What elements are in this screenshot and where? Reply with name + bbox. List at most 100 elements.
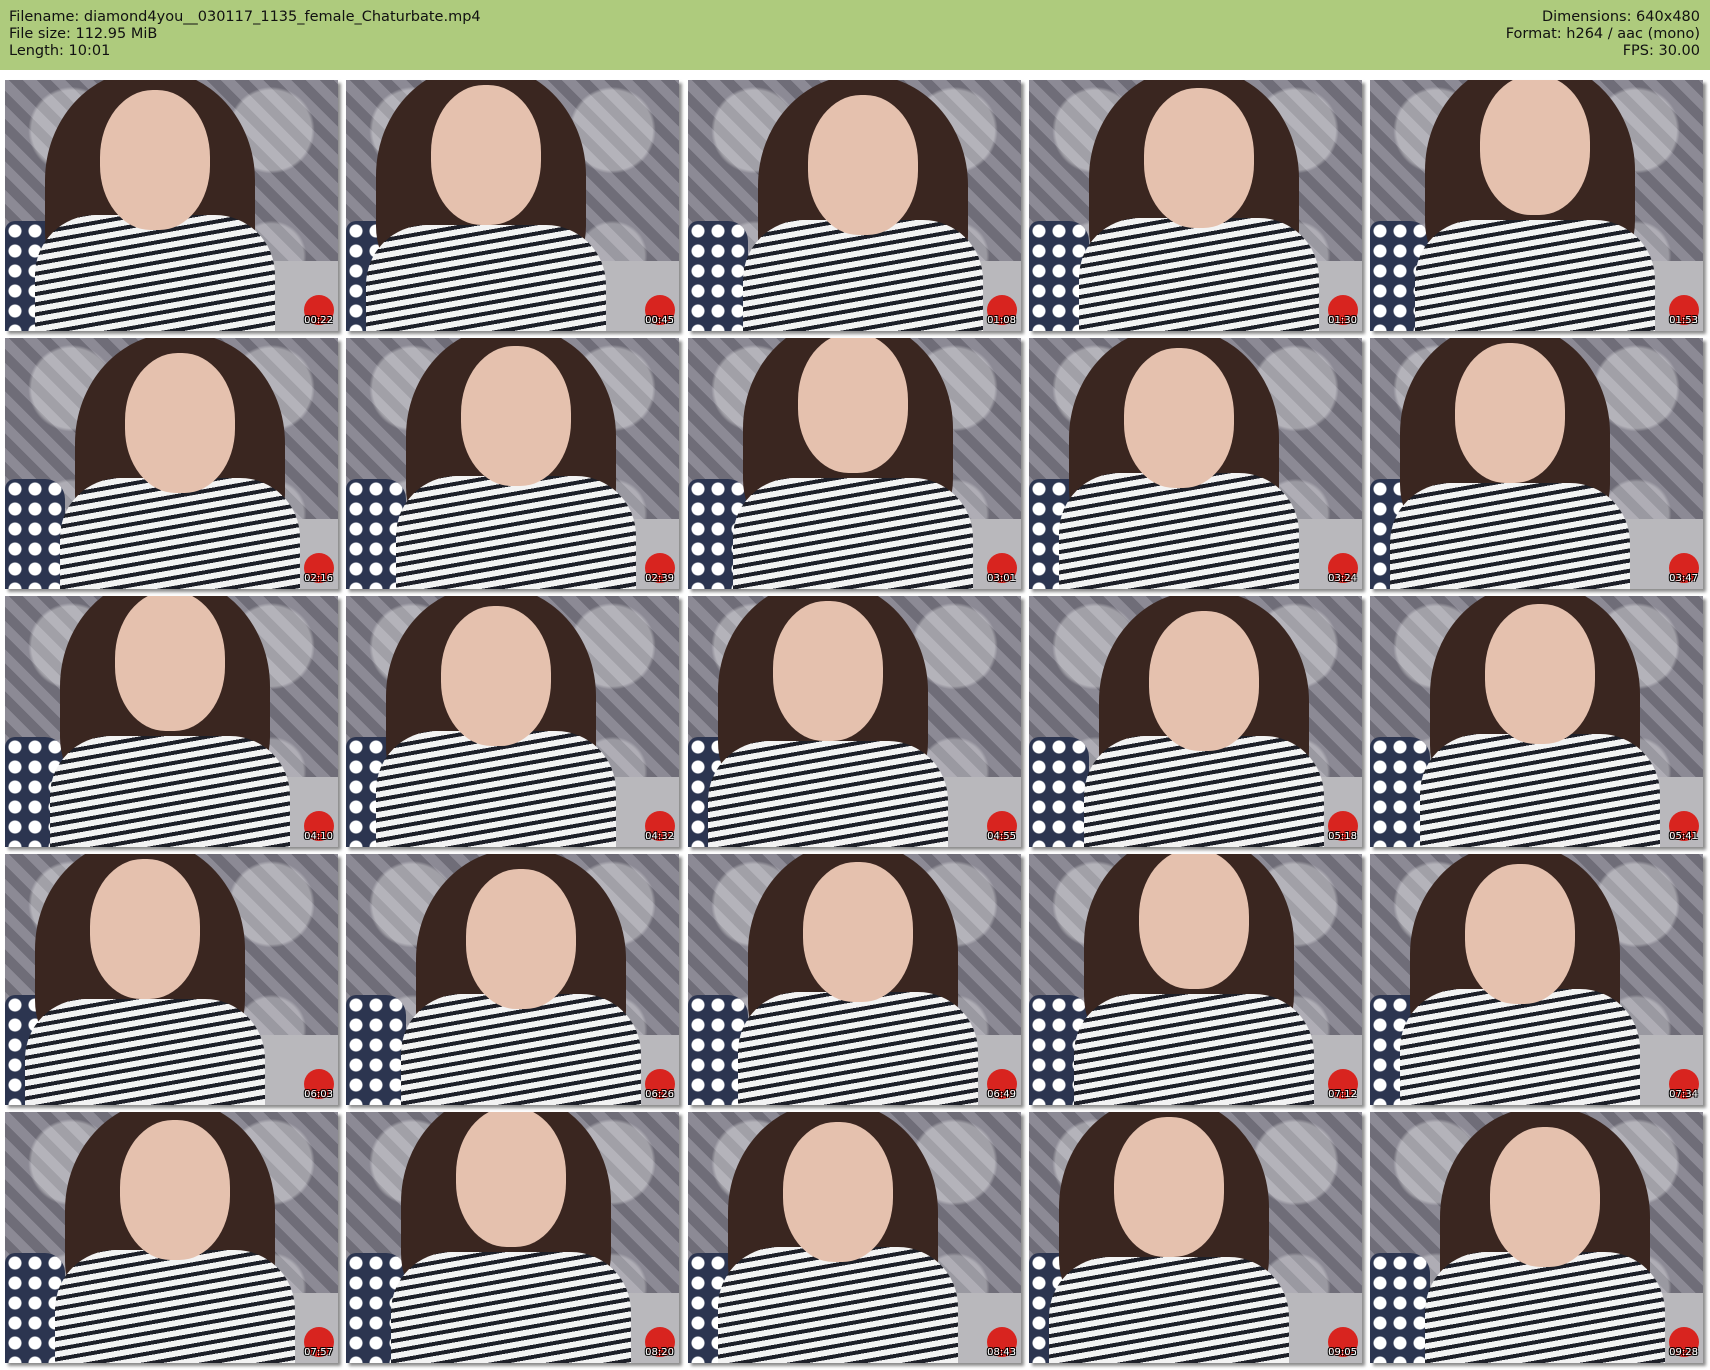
video-thumbnail: 08:43: [688, 1112, 1021, 1363]
timestamp-label: 06:03: [304, 1089, 333, 1100]
video-thumbnail: 06:03: [5, 854, 338, 1105]
timestamp-label: 04:55: [987, 831, 1016, 842]
face-shape: [803, 862, 913, 1002]
video-thumbnail: 09:28: [1370, 1112, 1703, 1363]
video-thumbnail: 00:45: [346, 80, 679, 331]
timestamp-label: 00:45: [645, 315, 674, 326]
cushion-shape: [346, 995, 406, 1105]
dimensions-text: Dimensions: 640x480: [1541, 9, 1700, 25]
face-shape: [1149, 611, 1259, 751]
video-thumbnail: 04:10: [5, 596, 338, 847]
timestamp-label: 02:16: [304, 573, 333, 584]
shirt-shape: [718, 1247, 958, 1363]
shirt-shape: [1425, 1252, 1665, 1363]
face-shape: [441, 606, 551, 746]
face-shape: [773, 601, 883, 741]
video-thumbnail: 05:18: [1029, 596, 1362, 847]
shirt-shape: [25, 999, 265, 1105]
timestamp-label: 01:30: [1328, 315, 1357, 326]
shirt-shape: [401, 994, 641, 1105]
face-shape: [1465, 864, 1575, 1004]
timestamp-label: 04:32: [645, 831, 674, 842]
face-shape: [1485, 604, 1595, 744]
shirt-shape: [1084, 736, 1324, 847]
shirt-shape: [708, 741, 948, 847]
timestamp-label: 07:12: [1328, 1089, 1357, 1100]
shirt-shape: [366, 225, 606, 331]
video-thumbnail: 02:16: [5, 338, 338, 589]
filename-text: Filename: diamond4you__030117_1135_femal…: [9, 9, 481, 25]
cushion-shape: [1370, 1253, 1430, 1363]
video-thumbnail: 01:08: [688, 80, 1021, 331]
shirt-shape: [1059, 473, 1299, 589]
timestamp-label: 01:53: [1669, 315, 1698, 326]
timestamp-label: 01:08: [987, 315, 1016, 326]
face-shape: [466, 869, 576, 1009]
timestamp-label: 05:18: [1328, 831, 1357, 842]
timestamp-label: 09:05: [1328, 1347, 1357, 1358]
face-shape: [798, 338, 908, 473]
timestamp-label: 03:01: [987, 573, 1016, 584]
shirt-shape: [733, 478, 973, 589]
timestamp-label: 08:43: [987, 1347, 1016, 1358]
face-shape: [1480, 80, 1590, 215]
face-shape: [431, 85, 541, 225]
face-shape: [1490, 1127, 1600, 1267]
timestamp-label: 03:47: [1669, 573, 1698, 584]
shirt-shape: [376, 731, 616, 847]
face-shape: [1144, 88, 1254, 228]
face-shape: [456, 1112, 566, 1247]
timestamp-label: 05:41: [1669, 831, 1698, 842]
format-text: Format: h264 / aac (mono): [1505, 26, 1700, 42]
shirt-shape: [1415, 220, 1655, 331]
shirt-shape: [743, 220, 983, 331]
video-thumbnail: 02:39: [346, 338, 679, 589]
cushion-shape: [1029, 737, 1089, 847]
shirt-shape: [1420, 734, 1660, 847]
video-thumbnail: 01:30: [1029, 80, 1362, 331]
fps-text: FPS: 30.00: [1622, 43, 1700, 59]
filesize-text: File size: 112.95 MiB: [9, 26, 158, 42]
face-shape: [1139, 854, 1249, 989]
face-shape: [125, 353, 235, 493]
video-thumbnail: 08:20: [346, 1112, 679, 1363]
cushion-shape: [688, 221, 748, 331]
video-thumbnail: 07:34: [1370, 854, 1703, 1105]
shirt-shape: [396, 476, 636, 589]
face-shape: [90, 859, 200, 999]
video-thumbnail: 01:53: [1370, 80, 1703, 331]
cushion-shape: [5, 479, 65, 589]
length-text: Length: 10:01: [9, 43, 111, 59]
video-thumbnail: 04:32: [346, 596, 679, 847]
video-thumbnail: 05:41: [1370, 596, 1703, 847]
face-shape: [783, 1122, 893, 1262]
face-shape: [120, 1120, 230, 1260]
timestamp-label: 00:22: [304, 315, 333, 326]
video-thumbnail: 06:26: [346, 854, 679, 1105]
video-thumbnail: 07:12: [1029, 854, 1362, 1105]
video-thumbnail: 03:24: [1029, 338, 1362, 589]
thumbnail-grid: 00:22 00:45 01:08 01:30 01:53 02:16 02:39 03:01…: [5, 80, 1705, 1365]
shirt-shape: [1049, 1257, 1289, 1363]
face-shape: [808, 95, 918, 235]
shirt-shape: [1390, 483, 1630, 589]
video-thumbnail: 06:49: [688, 854, 1021, 1105]
face-shape: [461, 346, 571, 486]
file-info-right: Dimensions: 640x480 Format: h264 / aac (…: [1506, 9, 1700, 60]
face-shape: [100, 90, 210, 230]
timestamp-label: 04:10: [304, 831, 333, 842]
video-thumbnail: 04:55: [688, 596, 1021, 847]
face-shape: [1455, 343, 1565, 483]
face-shape: [1124, 348, 1234, 488]
video-thumbnail: 07:57: [5, 1112, 338, 1363]
video-thumbnail: 03:47: [1370, 338, 1703, 589]
timestamp-label: 06:49: [987, 1089, 1016, 1100]
shirt-shape: [55, 1250, 295, 1363]
shirt-shape: [1074, 994, 1314, 1105]
shirt-shape: [391, 1252, 631, 1363]
shirt-shape: [1400, 989, 1640, 1105]
timestamp-label: 07:57: [304, 1347, 333, 1358]
timestamp-label: 03:24: [1328, 573, 1357, 584]
shirt-shape: [738, 992, 978, 1105]
shirt-shape: [35, 215, 275, 331]
